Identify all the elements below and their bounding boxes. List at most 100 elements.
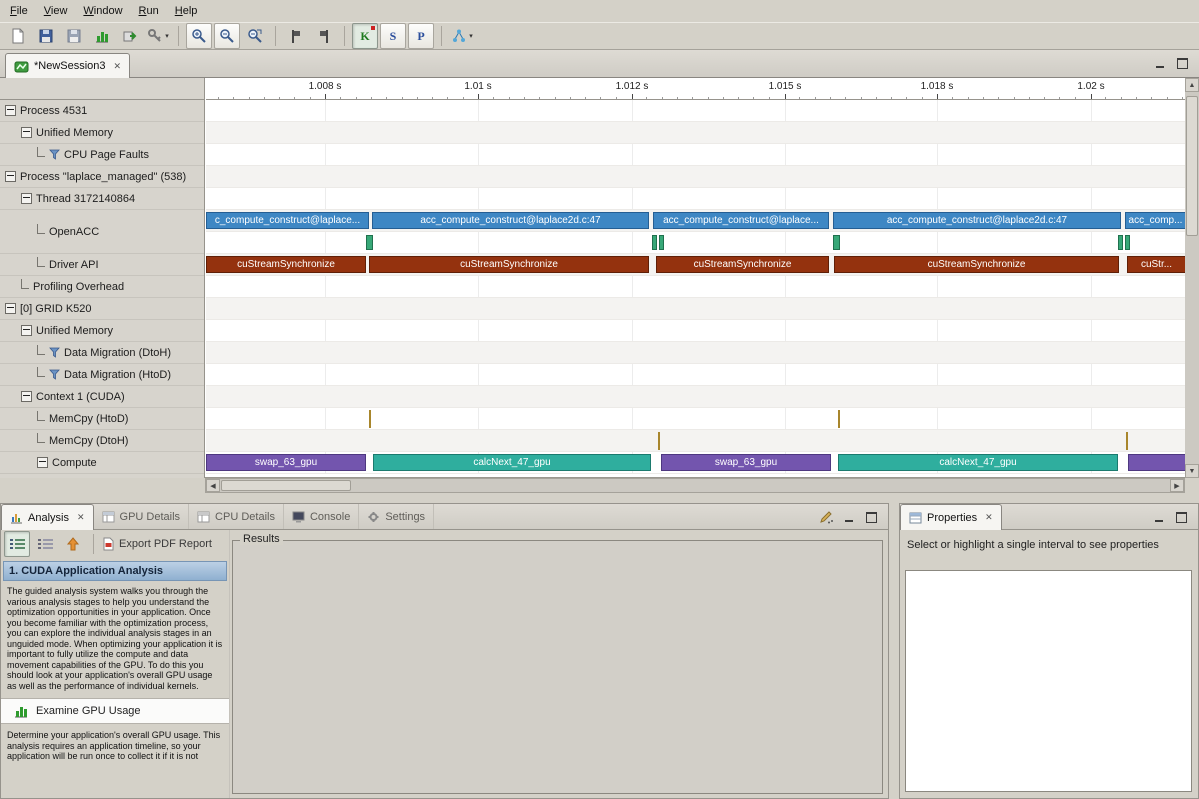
interval-swap-63-gpu[interactable]: swap_63_gpu [661, 454, 831, 471]
maximize-icon[interactable] [1172, 509, 1190, 525]
timeline-ruler[interactable]: 1.008 s1.01 s1.012 s1.015 s1.018 s1.02 s [206, 78, 1185, 100]
minimize-icon[interactable] [1151, 55, 1169, 71]
interval-mark[interactable] [1118, 235, 1123, 250]
interval-bar[interactable] [1128, 454, 1185, 471]
export-button[interactable] [117, 23, 143, 49]
menu-view[interactable]: View [36, 2, 76, 20]
interval-mark[interactable] [658, 432, 660, 450]
tree-row-openacc[interactable]: OpenACC [0, 210, 204, 254]
kernel-timeline-toggle[interactable]: K [352, 23, 378, 49]
interval-custreamsynchronize[interactable]: cuStreamSynchronize [834, 256, 1119, 273]
scroll-down-icon[interactable]: ▼ [1185, 464, 1199, 478]
tree-row-process-laplace-managed-538[interactable]: Process "laplace_managed" (538) [0, 166, 204, 188]
interval-acc-compute-construct-laplace[interactable]: acc_compute_construct@laplace... [653, 212, 829, 229]
examine-gpu-usage-button[interactable]: Examine GPU Usage [1, 698, 229, 724]
collapse-toggle-icon[interactable] [21, 391, 32, 402]
interval-custreamsynchronize[interactable]: cuStreamSynchronize [369, 256, 649, 273]
interval-mark[interactable] [833, 235, 840, 250]
tab-console[interactable]: Console [284, 504, 359, 529]
next-marker-button[interactable] [283, 23, 309, 49]
interval-calcnext-47-gpu[interactable]: calcNext_47_gpu [838, 454, 1118, 471]
prev-marker-button[interactable] [311, 23, 337, 49]
interval-custr[interactable]: cuStr... [1127, 256, 1185, 273]
collapse-toggle-icon[interactable] [5, 105, 16, 116]
maximize-icon[interactable] [862, 509, 880, 525]
collapse-toggle-icon[interactable] [5, 303, 16, 314]
tab-settings[interactable]: Settings [359, 504, 434, 529]
stream-timeline-toggle[interactable]: S [380, 23, 406, 49]
view-menu-icon[interactable] [818, 509, 836, 525]
interval-mark[interactable] [1126, 432, 1128, 450]
interval-mark[interactable] [838, 410, 840, 428]
maximize-icon[interactable] [1173, 55, 1191, 71]
run-analysis-button[interactable]: ▾ [449, 23, 475, 49]
interval-c-compute-construct-laplace[interactable]: c_compute_construct@laplace... [206, 212, 369, 229]
tree-row-data-migration-htod[interactable]: Data Migration (HtoD) [0, 364, 204, 386]
tree-row-data-migration-dtoh[interactable]: Data Migration (DtoH) [0, 342, 204, 364]
collapse-toggle-icon[interactable] [37, 457, 48, 468]
close-icon[interactable]: ✕ [77, 512, 85, 523]
zoom-in-button[interactable] [186, 23, 212, 49]
tree-row-context-1-cuda[interactable]: Context 1 (CUDA) [0, 386, 204, 408]
collapse-toggle-icon[interactable] [5, 171, 16, 182]
interval-acc-compute-construct-laplace2d-c-47[interactable]: acc_compute_construct@laplace2d.c:47 [372, 212, 649, 229]
tree-row-thread-3172140864[interactable]: Thread 3172140864 [0, 188, 204, 210]
interval-swap-63-gpu[interactable]: swap_63_gpu [206, 454, 366, 471]
guided-analysis-toggle[interactable] [4, 531, 30, 557]
interval-mark[interactable] [366, 235, 373, 250]
collapse-toggle-icon[interactable] [21, 325, 32, 336]
interval-calcnext-47-gpu[interactable]: calcNext_47_gpu [373, 454, 651, 471]
tree-row-compute[interactable]: Compute [0, 452, 204, 474]
tab-gpu-details[interactable]: GPU Details [94, 504, 190, 529]
tab-analysis[interactable]: Analysis✕ [1, 504, 94, 530]
tree-row-process-4531[interactable]: Process 4531 [0, 100, 204, 122]
tree-row-0-grid-k520[interactable]: [0] GRID K520 [0, 298, 204, 320]
scroll-right-icon[interactable]: ▶ [1170, 479, 1184, 492]
interval-mark[interactable] [369, 410, 371, 428]
save-session-button[interactable] [33, 23, 59, 49]
minimize-icon[interactable] [840, 509, 858, 525]
interval-custreamsynchronize[interactable]: cuStreamSynchronize [206, 256, 366, 273]
process-timeline-toggle[interactable]: P [408, 23, 434, 49]
close-icon[interactable]: ✕ [985, 512, 993, 523]
tree-row-unified-memory[interactable]: Unified Memory [0, 320, 204, 342]
tree-row-memcpy-dtoh[interactable]: MemCpy (DtoH) [0, 430, 204, 452]
collapse-toggle-icon[interactable] [21, 193, 32, 204]
export-pdf-button[interactable]: Export PDF Report [101, 531, 217, 557]
interval-acc-compute-construct-laplace2d-c-47[interactable]: acc_compute_construct@laplace2d.c:47 [833, 212, 1121, 229]
close-icon[interactable]: ✕ [114, 61, 122, 72]
horizontal-scrollbar[interactable]: ◀ ▶ [205, 478, 1185, 493]
tab-properties[interactable]: Properties ✕ [900, 504, 1002, 530]
tree-row-unified-memory[interactable]: Unified Memory [0, 122, 204, 144]
minimize-icon[interactable] [1150, 509, 1168, 525]
up-level-button[interactable] [60, 531, 86, 557]
tree-row-cpu-page-faults[interactable]: CPU Page Faults [0, 144, 204, 166]
scroll-left-icon[interactable]: ◀ [206, 479, 220, 492]
tab-cpu-details[interactable]: CPU Details [189, 504, 284, 529]
new-session-button[interactable] [5, 23, 31, 49]
interval-acc-comp[interactable]: acc_comp... [1125, 212, 1185, 229]
interval-mark[interactable] [1125, 235, 1130, 250]
tab-session[interactable]: *NewSession3 ✕ [5, 53, 130, 78]
tree-row-profiling-overhead[interactable]: Profiling Overhead [0, 276, 204, 298]
tree-row-driver-api[interactable]: Driver API [0, 254, 204, 276]
vertical-scrollbar-thumb[interactable] [1186, 96, 1198, 236]
tree-row-memcpy-htod[interactable]: MemCpy (HtoD) [0, 408, 204, 430]
menu-file[interactable]: File [2, 2, 36, 20]
unguided-analysis-toggle[interactable] [32, 531, 58, 557]
zoom-fit-button[interactable] [242, 23, 268, 49]
profile-application-button[interactable] [89, 23, 115, 49]
save-all-button[interactable] [61, 23, 87, 49]
menu-window[interactable]: Window [75, 2, 130, 20]
horizontal-scrollbar-thumb[interactable] [221, 480, 351, 491]
menu-run[interactable]: Run [131, 2, 167, 20]
interval-mark[interactable] [659, 235, 664, 250]
zoom-out-button[interactable] [214, 23, 240, 49]
collapse-toggle-icon[interactable] [21, 127, 32, 138]
interval-custreamsynchronize[interactable]: cuStreamSynchronize [656, 256, 829, 273]
menu-help[interactable]: Help [167, 2, 206, 20]
session-settings-button[interactable]: ▾ [145, 23, 171, 49]
interval-mark[interactable] [652, 235, 657, 250]
vertical-scrollbar[interactable]: ▲ ▼ [1185, 78, 1199, 478]
scroll-up-icon[interactable]: ▲ [1185, 78, 1199, 92]
